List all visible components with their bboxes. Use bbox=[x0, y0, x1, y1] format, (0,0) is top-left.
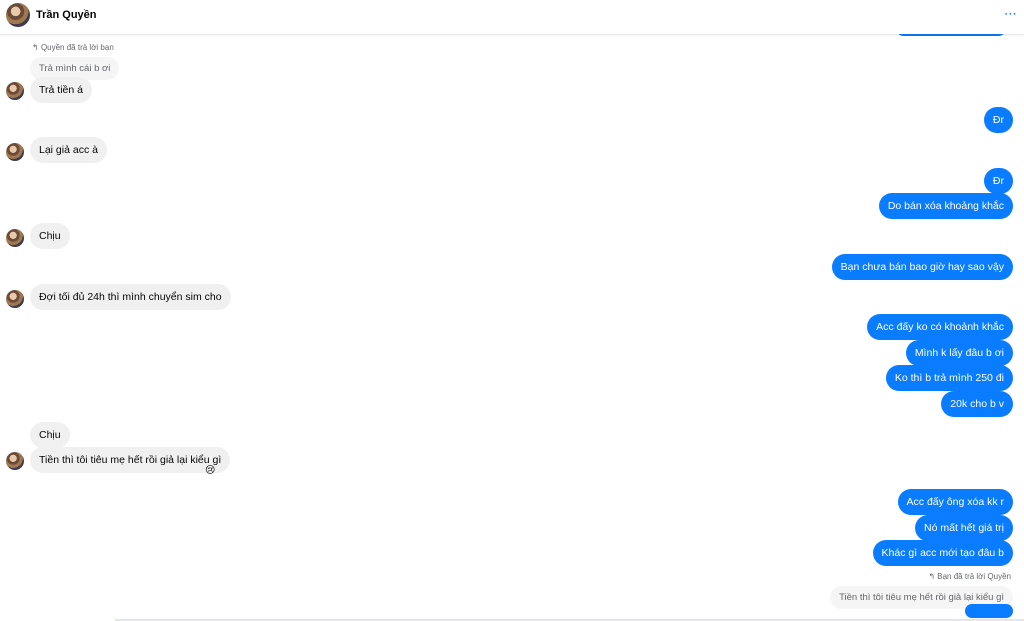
incoming-message[interactable]: Tiền thì tôi tiêu mẹ hết rồi giả lại kiể… bbox=[30, 447, 231, 473]
contact-avatar-small[interactable] bbox=[6, 452, 24, 470]
partial-outgoing-bubble bbox=[965, 604, 1013, 618]
outgoing-message[interactable]: Đr bbox=[983, 107, 1013, 133]
crying-reaction-icon[interactable]: 😢 bbox=[205, 465, 215, 476]
incoming-message[interactable]: Chịu bbox=[30, 223, 70, 249]
contact-name[interactable]: Trần Quyền bbox=[36, 9, 97, 21]
outgoing-message[interactable]: Bạn chưa bán bao giờ hay sao vậy bbox=[831, 254, 1013, 280]
incoming-message[interactable]: Đợi tối đủ 24h thì mình chuyển sim cho bbox=[30, 284, 231, 310]
contact-avatar-small[interactable] bbox=[6, 82, 24, 100]
contact-avatar-small[interactable] bbox=[6, 290, 24, 308]
chat-header: Trần Quyền ⋯ bbox=[0, 0, 1024, 34]
contact-avatar-small[interactable] bbox=[6, 143, 24, 161]
outgoing-message[interactable]: Acc đấy ông xóa kk r bbox=[897, 489, 1013, 515]
reply-note-outgoing: ↰ Bạn đã trả lời Quyền bbox=[928, 572, 1011, 581]
outgoing-message[interactable]: Ko thì b trả mình 250 đi bbox=[885, 365, 1013, 391]
outgoing-message[interactable]: Khác gì acc mới tạo đâu b bbox=[872, 540, 1013, 566]
outgoing-message[interactable]: Đr bbox=[983, 168, 1013, 194]
incoming-message[interactable]: Trả tiền á bbox=[30, 77, 92, 103]
outgoing-message[interactable]: Nó mất hết giá trị bbox=[915, 515, 1013, 541]
reply-note-incoming: ↰ Quyền đã trả lời bạn bbox=[32, 43, 114, 52]
outgoing-message[interactable]: 20k cho b v bbox=[941, 391, 1013, 417]
incoming-message[interactable]: Chịu bbox=[30, 422, 70, 448]
contact-avatar[interactable] bbox=[6, 3, 30, 27]
contact-avatar-small[interactable] bbox=[6, 229, 24, 247]
more-options-icon[interactable]: ⋯ bbox=[1004, 6, 1018, 22]
outgoing-message[interactable]: Mình k lấy đâu b ơi bbox=[905, 340, 1013, 366]
outgoing-message[interactable]: Do bán xóa khoảng khắc bbox=[878, 193, 1013, 219]
incoming-message[interactable]: Lại giả acc à bbox=[30, 137, 107, 163]
outgoing-message[interactable]: Acc đấy ko có khoảnh khắc bbox=[867, 314, 1013, 340]
